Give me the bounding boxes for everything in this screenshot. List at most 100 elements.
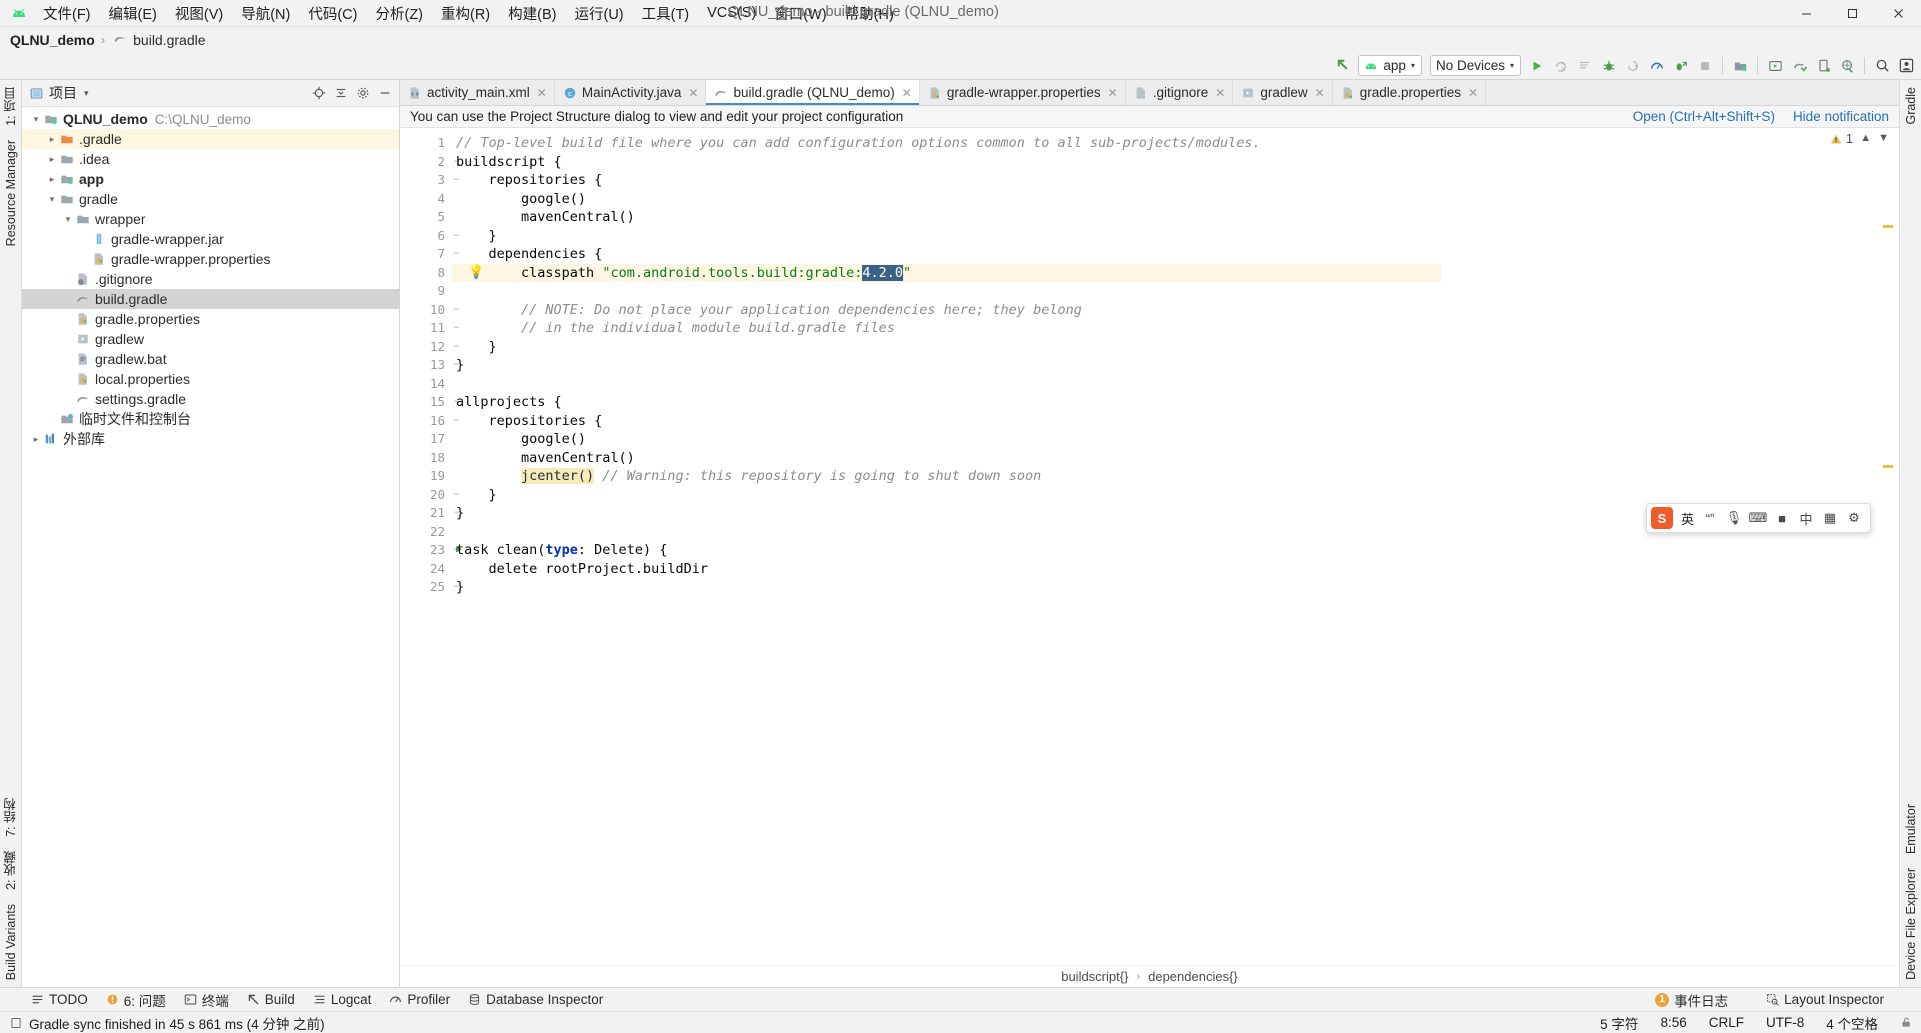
menu-tools[interactable]: 工具(T) xyxy=(633,0,699,27)
rail-structure[interactable]: 7: 结构 xyxy=(1,791,20,844)
ime-voice-icon[interactable]: 🎙 xyxy=(1722,505,1746,531)
line-number-gutter[interactable]: 1 2−3−4 5 6−7−8 9 10−11−12−13−14 15−16−17 18 19 2… xyxy=(400,128,462,965)
line-number[interactable]: 15− xyxy=(400,393,459,412)
line-number[interactable]: 18 xyxy=(400,449,452,468)
code-line[interactable]: google() xyxy=(452,430,1441,449)
ime-settings-icon[interactable]: ⚙ xyxy=(1842,505,1866,531)
tree-node--gitignore[interactable]: .gitignore xyxy=(22,269,399,289)
code-line[interactable]: // NOTE: Do not place your application d… xyxy=(452,301,1441,320)
run-button[interactable] xyxy=(1526,55,1548,77)
apply-code-changes-icon[interactable] xyxy=(1574,55,1596,77)
sync-gradle-icon[interactable] xyxy=(1788,55,1810,77)
code-line[interactable]: } xyxy=(452,578,1441,597)
locate-icon[interactable] xyxy=(309,83,329,103)
inspection-nav[interactable]: ▲ ▼ xyxy=(1860,132,1889,144)
code-line[interactable]: repositories { xyxy=(452,412,1441,431)
close-icon[interactable]: ✕ xyxy=(537,86,547,100)
profiler-icon[interactable] xyxy=(1646,55,1668,77)
project-tree[interactable]: ▾ QLNU_demo C:\QLNU_demo ▸ .gradle ▸ .idea ▸ app… xyxy=(22,107,399,987)
rail-favorites[interactable]: 2: 收藏 xyxy=(1,844,20,897)
hide-notification-link[interactable]: Hide notification xyxy=(1793,109,1889,124)
code-line[interactable]: mavenCentral() xyxy=(452,208,1441,227)
line-number[interactable]: 19 xyxy=(400,467,452,486)
code-line[interactable]: } xyxy=(452,338,1441,357)
editor-tab-activity-main-xml[interactable]: activity_main.xml ✕ xyxy=(400,80,555,105)
tree-node--[interactable]: 临时文件和控制台 xyxy=(22,409,399,429)
ime-keyboard-icon[interactable]: ⌨ xyxy=(1746,505,1770,531)
ime-mode-label[interactable]: 英 xyxy=(1681,509,1694,528)
rail-gradle[interactable]: Gradle xyxy=(1904,80,1918,132)
warning-marker[interactable] xyxy=(1883,225,1893,228)
tree-node-gradle-wrapper-properties[interactable]: gradle-wrapper.properties xyxy=(22,249,399,269)
code-line[interactable]: task clean(type: Delete) { xyxy=(452,541,1441,560)
line-number[interactable]: 25− xyxy=(400,578,459,597)
account-icon[interactable] xyxy=(1895,55,1917,77)
code-line[interactable]: mavenCentral() xyxy=(452,449,1441,468)
chevron-down-icon[interactable]: ▼ xyxy=(1878,132,1889,144)
intention-bulb-icon[interactable]: 💡 xyxy=(468,264,484,283)
rail-resource-manager[interactable]: Resource Manager xyxy=(4,133,18,253)
status-caret-position[interactable]: 8:56 xyxy=(1660,1015,1686,1030)
editor-tab--gitignore[interactable]: .gitignore ✕ xyxy=(1125,80,1234,105)
editor-tab-gradle-wrapper-properties[interactable]: gradle-wrapper.properties ✕ xyxy=(919,80,1126,105)
toolwindow-build[interactable]: Build xyxy=(238,990,304,1009)
line-number[interactable]: 12− xyxy=(400,338,459,357)
run-with-coverage-icon[interactable] xyxy=(1670,55,1692,77)
menu-edit[interactable]: 编辑(E) xyxy=(100,0,166,27)
code-line[interactable] xyxy=(452,282,1441,301)
code-line[interactable]: 💡 classpath "com.android.tools.build:gra… xyxy=(452,263,1441,283)
ime-logo-icon[interactable]: S xyxy=(1650,507,1673,529)
chevron-right-icon[interactable]: ▸ xyxy=(46,174,58,185)
tree-node-settings-gradle[interactable]: settings.gradle xyxy=(22,389,399,409)
tree-node-local-properties[interactable]: local.properties xyxy=(22,369,399,389)
ime-emoji-icon[interactable]: ■ xyxy=(1770,505,1794,531)
tree-node-gradle-properties[interactable]: gradle.properties xyxy=(22,309,399,329)
code-line[interactable]: repositories { xyxy=(452,171,1441,190)
minimize-button[interactable] xyxy=(1783,0,1829,27)
line-number[interactable]: 7− xyxy=(400,245,459,264)
chevron-right-icon[interactable]: ▸ xyxy=(46,154,58,165)
maximize-button[interactable] xyxy=(1829,0,1875,27)
close-icon[interactable]: ✕ xyxy=(1468,86,1478,100)
hide-panel-icon[interactable] xyxy=(375,83,395,103)
editor-tab-mainactivity-java[interactable]: c MainActivity.java ✕ xyxy=(554,80,707,105)
status-indent[interactable]: 4 个空格 xyxy=(1826,1013,1878,1033)
code-line[interactable]: // Top-level build file where you can ad… xyxy=(452,134,1441,153)
line-number[interactable]: 5 xyxy=(400,208,452,227)
breadcrumb-project[interactable]: QLNU_demo xyxy=(10,32,95,48)
menu-file[interactable]: 文件(F) xyxy=(34,0,100,27)
line-number[interactable]: 4 xyxy=(400,190,452,209)
line-number[interactable]: 22 xyxy=(400,523,452,542)
tree-node--idea[interactable]: ▸ .idea xyxy=(22,149,399,169)
line-number[interactable]: 2− xyxy=(400,153,459,172)
code-line[interactable]: } xyxy=(452,486,1441,505)
code-content[interactable]: // Top-level build file where you can ad… xyxy=(452,128,1441,965)
toolwindow-terminal[interactable]: 终端 xyxy=(175,988,238,1012)
stop-button[interactable] xyxy=(1694,55,1716,77)
code-line[interactable]: allprojects { xyxy=(452,393,1441,412)
tree-node-gradle-wrapper-jar[interactable]: gradle-wrapper.jar xyxy=(22,229,399,249)
status-encoding[interactable]: UTF-8 xyxy=(1766,1015,1804,1030)
tree-node-gradlew[interactable]: gradlew xyxy=(22,329,399,349)
breadcrumb-file[interactable]: build.gradle xyxy=(133,32,205,48)
tree-node-build-gradle[interactable]: build.gradle xyxy=(22,289,399,309)
toolwindow-problems[interactable]: 6: 问题 xyxy=(97,988,175,1012)
code-line[interactable]: // in the individual module build.gradle… xyxy=(452,319,1441,338)
settings-gear-icon[interactable] xyxy=(353,83,373,103)
line-number[interactable]: 6− xyxy=(400,227,459,246)
menu-run[interactable]: 运行(U) xyxy=(565,0,632,27)
chevron-right-icon[interactable]: ▸ xyxy=(46,134,58,145)
code-line[interactable]: } xyxy=(452,504,1441,523)
chevron-down-icon[interactable]: ▾ xyxy=(46,194,58,205)
rail-build-variants[interactable]: Build Variants xyxy=(4,897,18,987)
layout-inspector-icon[interactable] xyxy=(1836,55,1858,77)
line-number[interactable]: 17 xyxy=(400,430,452,449)
chevron-down-icon[interactable]: ▾ xyxy=(30,114,42,125)
collapse-all-icon[interactable] xyxy=(331,83,351,103)
warning-marker[interactable] xyxy=(1883,465,1893,468)
status-message[interactable]: Gradle sync finished in 45 s 861 ms (4 分… xyxy=(29,1013,325,1033)
toolwindow-layout-inspector[interactable]: Layout Inspector xyxy=(1757,990,1893,1009)
menu-view[interactable]: 视图(V) xyxy=(166,0,232,27)
chevron-down-icon[interactable]: ▾ xyxy=(84,88,89,99)
tree-node-gradlew-bat[interactable]: gradlew.bat xyxy=(22,349,399,369)
